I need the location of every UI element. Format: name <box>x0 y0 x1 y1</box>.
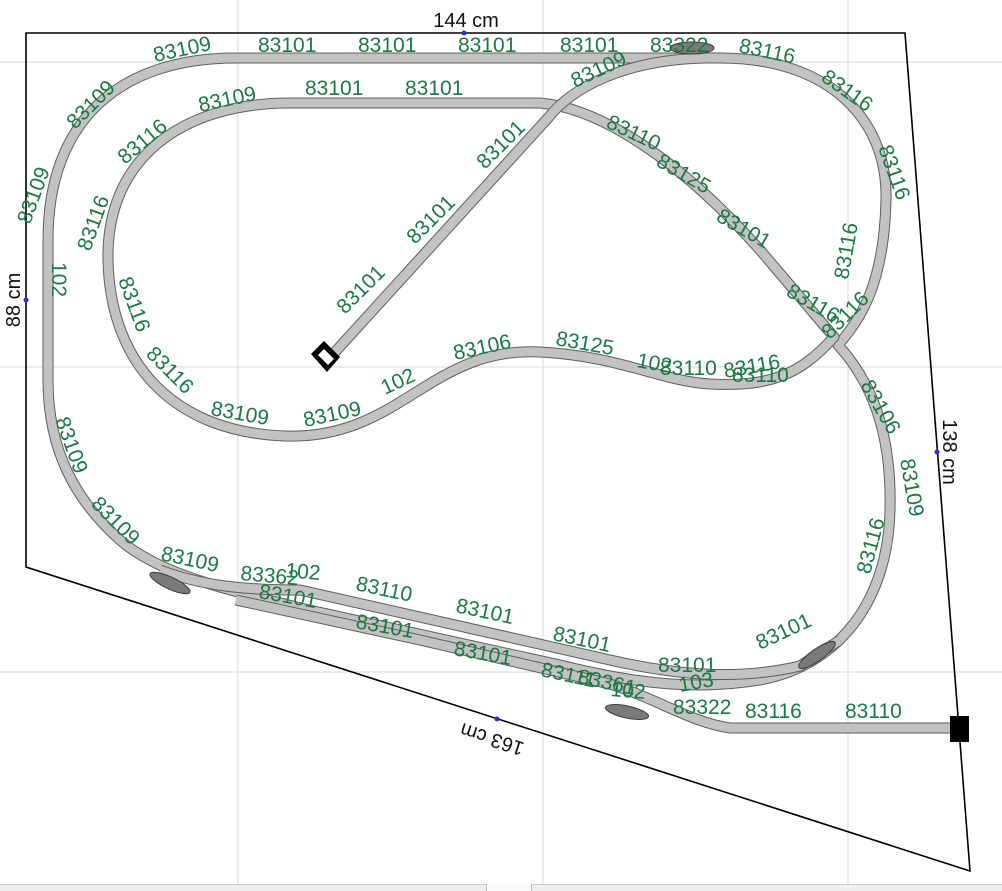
track-label: 83109 <box>62 76 120 134</box>
track-label: 83101 <box>452 637 514 670</box>
track-label: 83101 <box>305 77 363 100</box>
track-label: 83110 <box>845 700 902 723</box>
track-label: 83322 <box>673 696 731 719</box>
status-bar-tab[interactable] <box>486 884 532 891</box>
track-label: 83101 <box>458 34 516 57</box>
track-label: 83116 <box>141 342 197 398</box>
track-label: 102 <box>285 559 322 585</box>
track-label: 83322 <box>650 34 708 57</box>
track-label: 83101 <box>713 204 775 253</box>
track-label: 102 <box>610 678 647 704</box>
track-plan: 144 cm 88 cm 138 cm 163 cm 83109 83101 831… <box>0 0 1002 884</box>
dim-top: 144 cm <box>433 10 499 32</box>
track-label: 83106 <box>856 376 905 438</box>
bumper-right <box>950 716 969 742</box>
dim-marker-bottom <box>494 716 500 722</box>
track-label: 83116 <box>830 221 863 281</box>
track-label: 103 <box>677 668 716 697</box>
track-label: 83101 <box>258 34 316 57</box>
track-label: 83101 <box>405 77 463 100</box>
track-label: 83101 <box>752 609 815 655</box>
track-label: 83109 <box>895 457 928 519</box>
turnout-bottom[interactable] <box>604 702 650 723</box>
track-label: 83116 <box>745 700 802 723</box>
track-label: 83101 <box>358 34 416 57</box>
layout-canvas: 144 cm 88 cm 138 cm 163 cm 83109 83101 831… <box>0 0 1002 891</box>
track-label: 83125 <box>653 149 715 198</box>
track-label: 83110 <box>603 111 664 156</box>
dim-right: 138 cm <box>938 419 960 485</box>
dim-left: 88 cm <box>3 273 25 327</box>
track-label: 83101 <box>332 261 390 319</box>
track-label: 102 <box>47 262 70 297</box>
track-inner-loop[interactable] <box>103 98 839 441</box>
turnout-right-bottom[interactable] <box>796 637 839 672</box>
